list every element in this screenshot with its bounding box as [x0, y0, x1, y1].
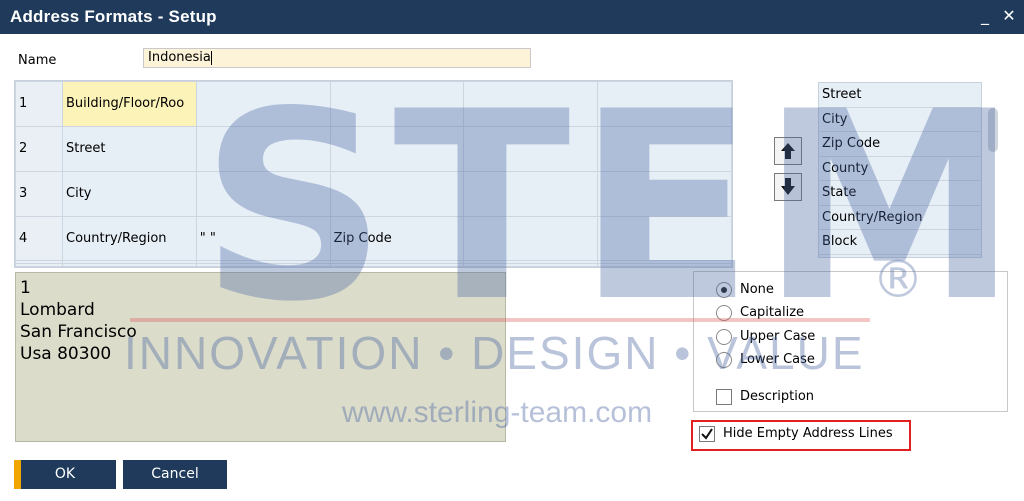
move-up-button[interactable] [774, 137, 802, 165]
list-item[interactable]: Zip Code [819, 132, 981, 157]
arrow-up-icon [781, 143, 795, 159]
title-bar: Address Formats - Setup _ ✕ [0, 0, 1024, 34]
list-item[interactable]: State [819, 181, 981, 206]
radio-label: None [740, 282, 774, 297]
arrow-down-icon [781, 178, 795, 195]
ok-label: OK [54, 466, 76, 482]
window-title: Address Formats - Setup [10, 7, 217, 26]
button-accent [14, 460, 21, 489]
grid-row[interactable]: 1 Building/Floor/Roo [15, 81, 732, 127]
checkbox[interactable] [716, 389, 732, 405]
name-value: Indonesia [148, 50, 211, 65]
grid-cell[interactable] [597, 81, 732, 127]
checkbox-label: Description [740, 389, 815, 404]
radio-button[interactable] [716, 352, 732, 368]
grid-cell[interactable] [463, 215, 599, 262]
grid-row[interactable]: 3 City [15, 170, 732, 217]
grid-cell[interactable] [329, 263, 465, 267]
grid-row[interactable] [15, 263, 732, 267]
name-input[interactable]: Indonesia [143, 48, 531, 68]
list-item[interactable]: Block [819, 230, 981, 255]
grid-cell[interactable] [195, 170, 331, 217]
radio-button[interactable] [716, 305, 732, 321]
row-number: 3 [15, 170, 63, 217]
radio-label: Upper Case [740, 329, 816, 344]
grid-cell[interactable] [463, 125, 599, 172]
close-button[interactable]: ✕ [998, 4, 1020, 28]
name-label: Name [18, 53, 57, 68]
cancel-label: Cancel [151, 466, 199, 482]
ok-button[interactable]: OK [14, 460, 116, 489]
text-caret [210, 50, 212, 65]
grid-cell[interactable] [62, 263, 197, 267]
checkbox[interactable] [699, 426, 715, 442]
radio-button[interactable] [716, 329, 732, 345]
grid-cell[interactable]: Street [62, 125, 197, 172]
grid-cell[interactable] [329, 81, 465, 127]
preview-line: 1 [20, 278, 31, 298]
format-grid: 1 Building/Floor/Roo 2 Street 3 City 4 C… [14, 80, 733, 268]
radio-label: Capitalize [740, 305, 805, 320]
row-number: 2 [15, 125, 63, 172]
move-down-button[interactable] [774, 173, 802, 201]
address-preview: 1 Lombard San Francisco Usa 80300 [15, 272, 506, 442]
grid-cell[interactable]: " " [195, 215, 331, 262]
preview-line: Usa 80300 [20, 344, 112, 364]
grid-cell[interactable] [463, 170, 599, 217]
list-item[interactable]: Country/Region [819, 206, 981, 230]
grid-row[interactable]: 4 Country/Region " " Zip Code [15, 215, 732, 262]
grid-cell[interactable] [463, 263, 599, 267]
grid-cell[interactable]: City [62, 170, 197, 217]
grid-cell[interactable] [597, 263, 732, 267]
list-item[interactable]: City [819, 108, 981, 132]
radio-label: Lower Case [740, 352, 815, 367]
grid-cell[interactable] [597, 125, 732, 172]
row-number: 4 [15, 215, 63, 262]
preview-line: San Francisco [20, 322, 137, 342]
grid-cell[interactable] [195, 125, 331, 172]
grid-cell[interactable] [597, 170, 732, 217]
grid-cell[interactable]: Building/Floor/Roo [62, 81, 197, 127]
minimize-button[interactable]: _ [974, 4, 996, 28]
list-item[interactable]: County [819, 157, 981, 181]
grid-cell[interactable] [463, 81, 599, 127]
grid-cell[interactable] [329, 170, 465, 217]
field-list-scrollbar[interactable] [988, 108, 998, 152]
checkmark-icon [701, 428, 713, 440]
grid-cell[interactable]: Zip Code [329, 215, 465, 262]
grid-row[interactable]: 2 Street [15, 125, 732, 172]
grid-cell[interactable] [329, 125, 465, 172]
preview-line: Lombard [20, 300, 95, 320]
row-number [15, 263, 63, 267]
field-list: Street City Zip Code County State Countr… [818, 82, 982, 258]
radio-button[interactable] [716, 282, 732, 298]
cancel-button[interactable]: Cancel [123, 460, 227, 489]
case-options: None Capitalize Upper Case Lower Case De… [693, 271, 1008, 412]
grid-cell[interactable] [597, 215, 732, 262]
list-item[interactable]: Street [819, 83, 981, 108]
grid-cell[interactable] [195, 263, 331, 267]
grid-cell[interactable]: Country/Region [62, 215, 197, 262]
checkbox-label: Hide Empty Address Lines [723, 426, 893, 441]
row-number: 1 [15, 81, 63, 127]
grid-cell[interactable] [195, 81, 331, 127]
